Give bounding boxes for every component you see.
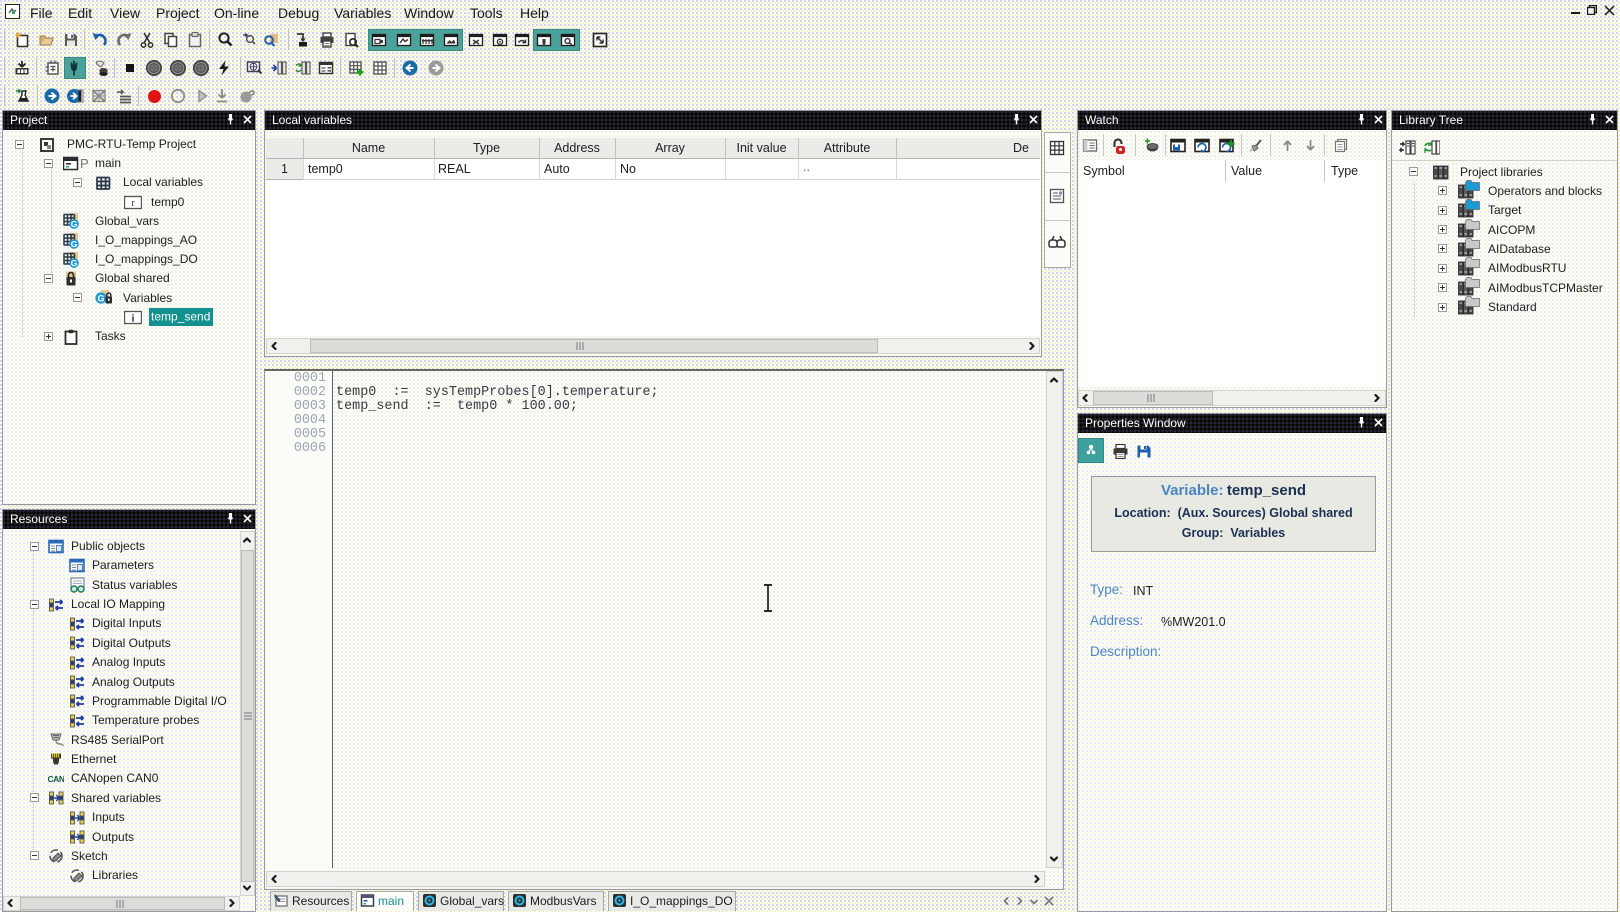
svg-text:G: G: [97, 294, 104, 304]
svg-text:CAN: CAN: [48, 774, 64, 784]
svg-text:G: G: [71, 258, 78, 268]
svg-text:i: i: [132, 314, 135, 325]
svg-text:G: G: [71, 239, 78, 249]
svg-text:G: G: [71, 219, 78, 229]
